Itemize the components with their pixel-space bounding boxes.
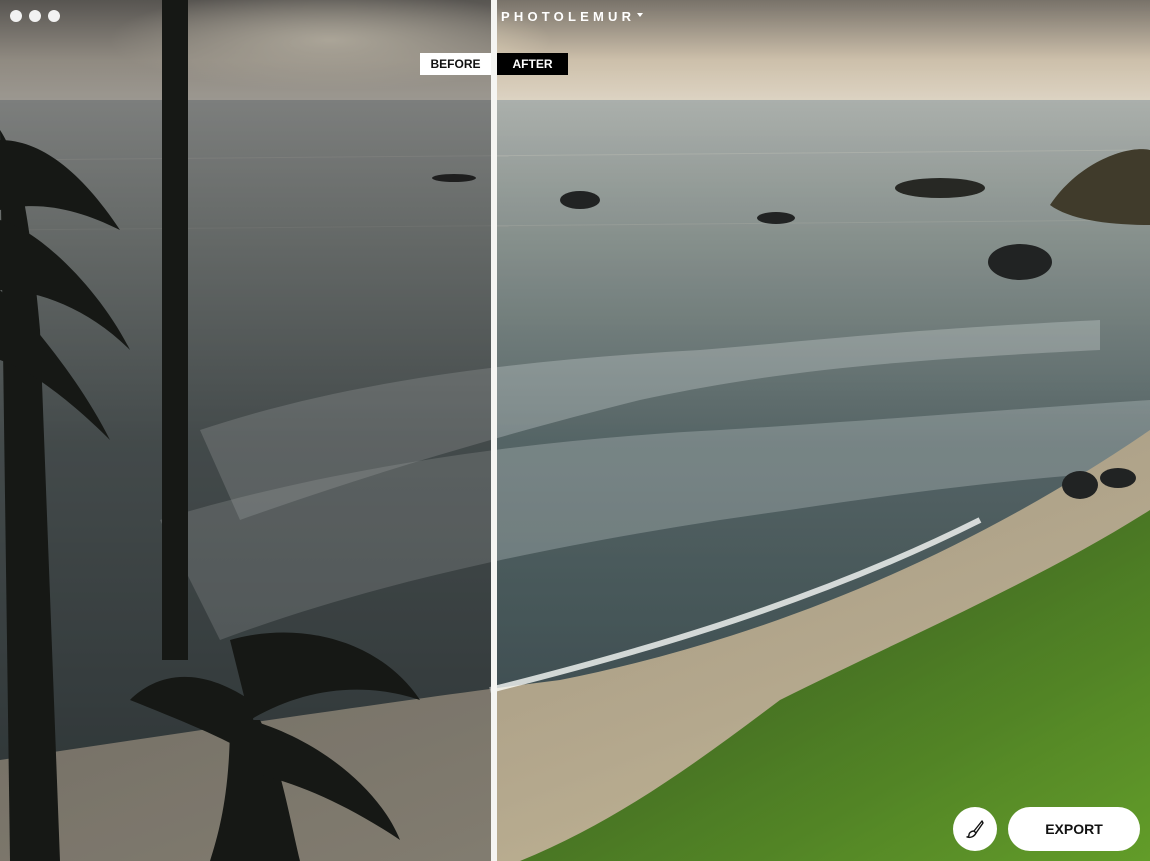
before-photo — [0, 0, 491, 861]
minimize-window-button[interactable] — [29, 10, 41, 22]
zoom-window-button[interactable] — [48, 10, 60, 22]
close-window-button[interactable] — [10, 10, 22, 22]
after-photo — [497, 0, 1150, 861]
before-photo-pane — [0, 0, 491, 861]
compare-slider-handle[interactable] — [491, 0, 497, 861]
edit-button[interactable] — [953, 807, 997, 851]
window-controls — [10, 10, 60, 22]
brand-menu[interactable]: PHOTOLEMUR — [501, 9, 644, 24]
brand-name: PHOTOLEMUR — [501, 9, 636, 24]
after-photo-pane — [497, 0, 1150, 861]
before-label: BEFORE — [420, 53, 491, 75]
export-button[interactable]: EXPORT — [1008, 807, 1140, 851]
brush-icon — [966, 820, 984, 839]
after-label: AFTER — [497, 53, 568, 75]
chevron-down-icon — [637, 12, 644, 17]
